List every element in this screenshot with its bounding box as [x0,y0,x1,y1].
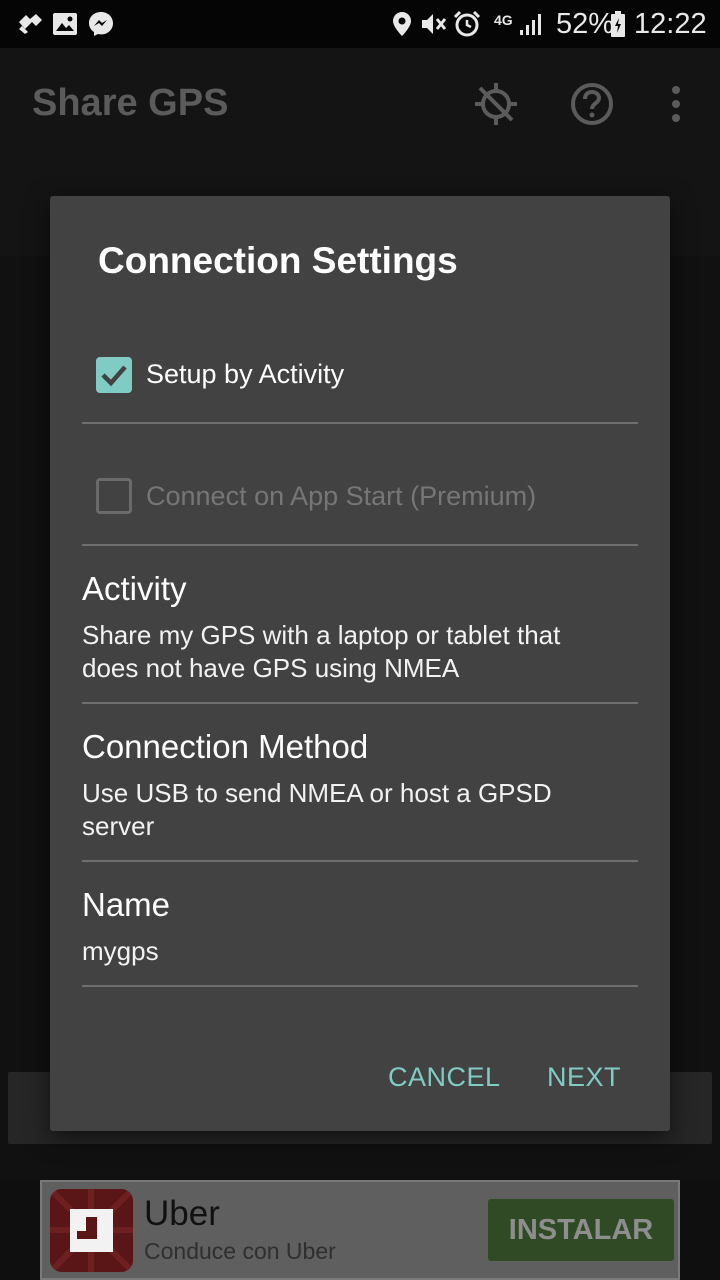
name-value: mygps [82,936,159,966]
tools-icon [19,14,42,34]
activity-title: Activity [82,570,187,607]
alarm-icon [453,10,481,37]
status-bar: 4G 52% 12:22 [0,0,720,48]
connect-on-start-label: Connect on App Start (Premium) [146,481,537,511]
divider [82,544,638,546]
network-type: 4G [494,12,513,28]
next-button[interactable]: NEXT [547,1062,621,1093]
checkmark-icon [101,365,127,387]
connection-settings-dialog: Connection Settings Setup by Activity Co… [50,196,670,1131]
help-icon[interactable] [568,80,616,128]
install-button[interactable]: INSTALAR [488,1199,674,1261]
location-icon [393,12,411,36]
divider [82,702,638,704]
divider [82,860,638,862]
connection-method-summary: Use USB to send NMEA or host a GPSD serv… [82,778,552,841]
battery-icon [611,11,625,37]
setup-by-activity-checkbox[interactable] [96,357,132,393]
divider [82,985,638,987]
uber-logo-icon [50,1189,133,1272]
activity-summary: Share my GPS with a laptop or tablet tha… [82,620,561,683]
connect-on-start-row[interactable]: Connect on App Start (Premium) [82,424,638,546]
dialog-title: Connection Settings [98,240,458,281]
mute-icon [422,14,447,34]
connect-on-start-checkbox[interactable] [96,478,132,514]
setup-by-activity-label: Setup by Activity [146,359,345,389]
messenger-icon [89,12,113,36]
clock: 12:22 [634,8,707,40]
overflow-menu-icon[interactable] [664,84,688,124]
cancel-button[interactable]: CANCEL [388,1062,501,1093]
image-icon [53,13,77,35]
connection-method-title: Connection Method [82,728,369,765]
setup-by-activity-row[interactable]: Setup by Activity [82,302,638,424]
ad-app-name: Uber [144,1194,220,1233]
gps-off-icon[interactable] [472,80,520,128]
battery-percent: 52% [556,8,615,40]
signal-icon [520,14,541,35]
app-title: Share GPS [32,82,229,124]
ad-banner[interactable]: Uber Conduce con Uber INSTALAR [40,1180,680,1280]
name-title: Name [82,886,171,923]
ad-tagline: Conduce con Uber [144,1238,336,1264]
